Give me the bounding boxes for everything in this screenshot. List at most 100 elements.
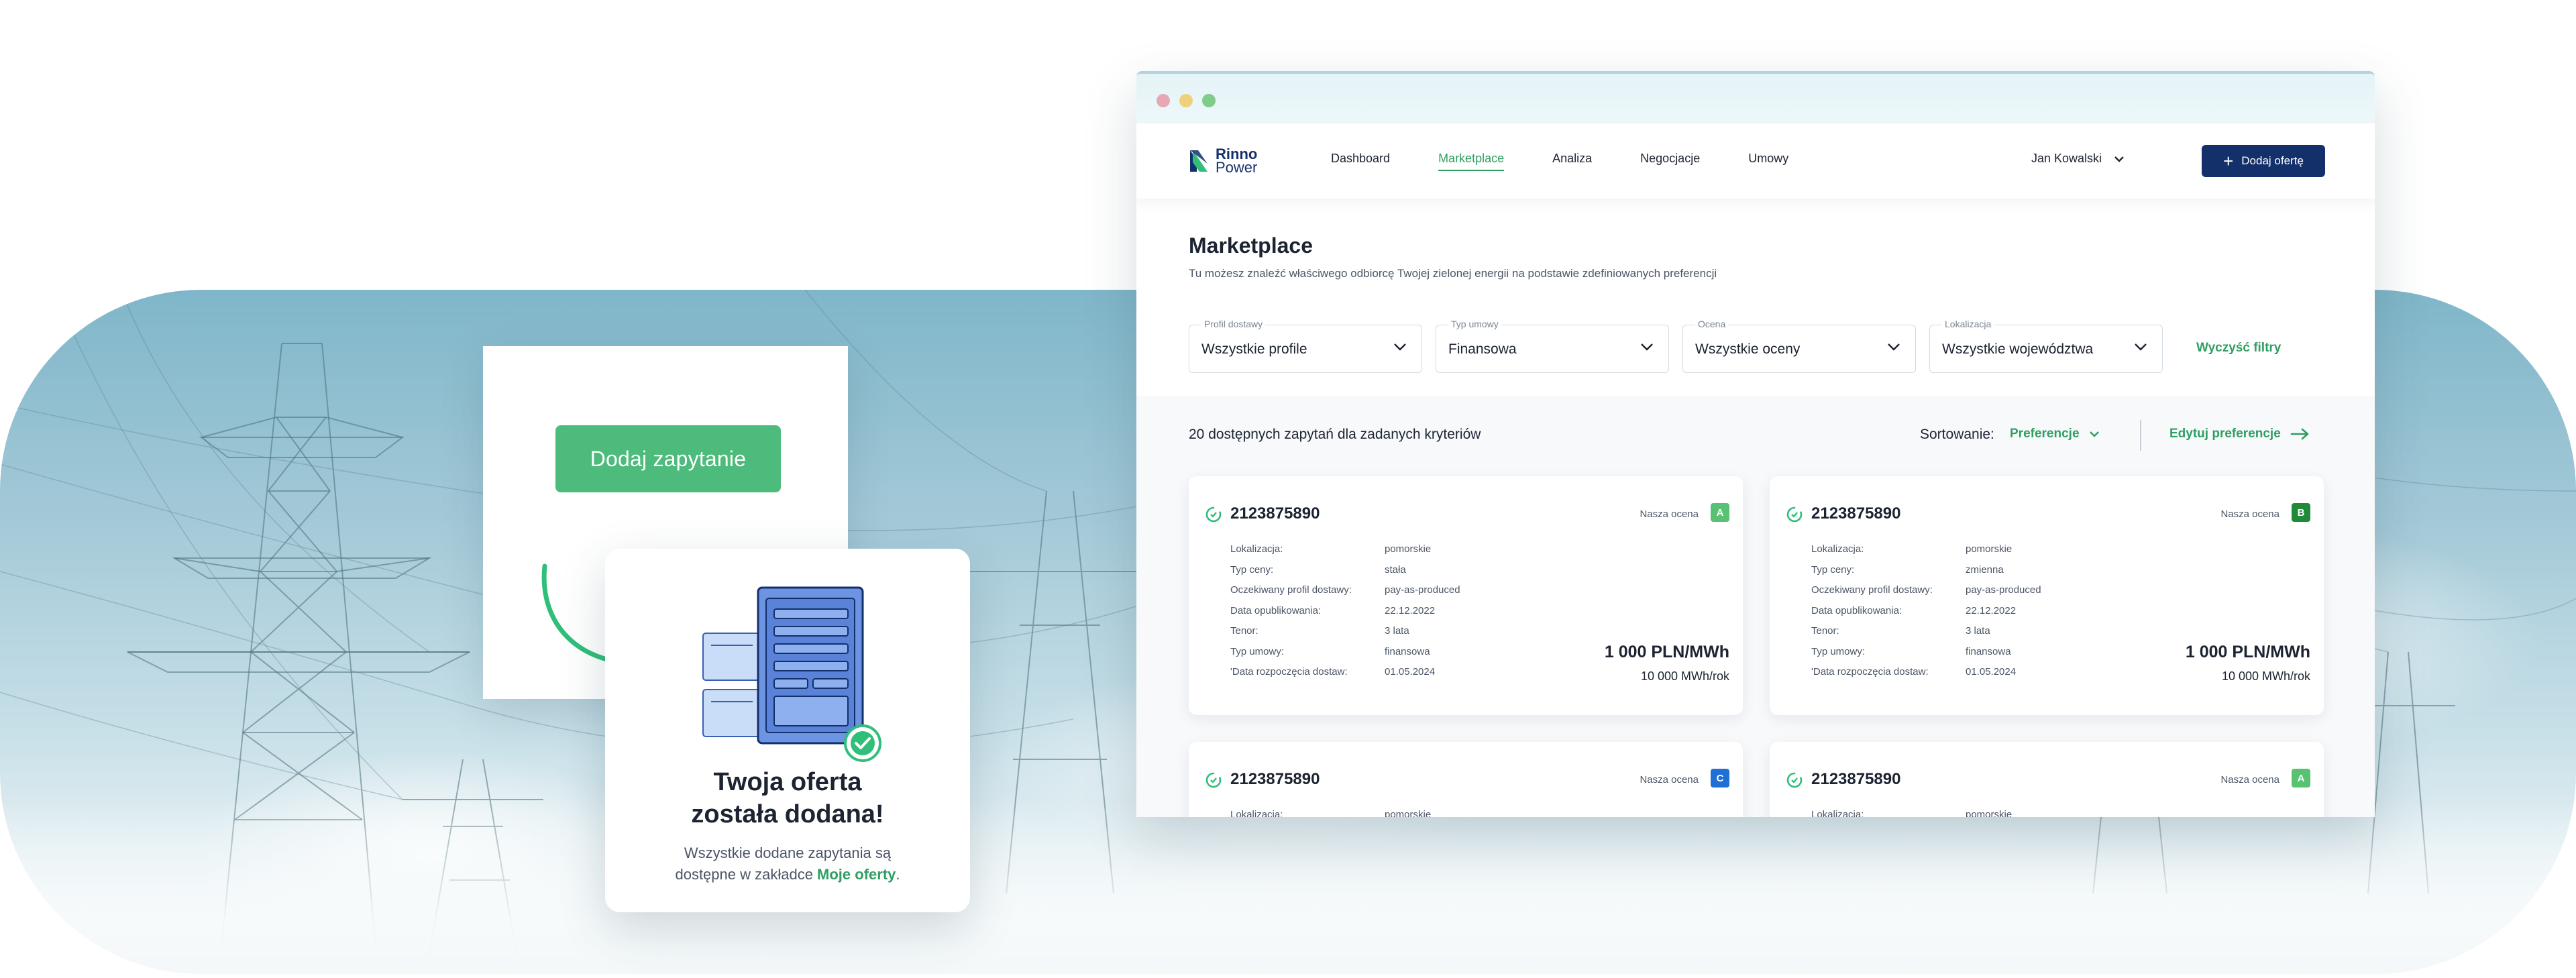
- clear-filters-link[interactable]: Wyczyść filtry: [2196, 341, 2281, 356]
- detail-value: 22.12.2022: [1966, 604, 2017, 616]
- detail-key: Lokalizacja:: [1811, 543, 1864, 555]
- add-offer-label: Dodaj ofertę: [2241, 154, 2304, 167]
- detail-value: stała: [1385, 563, 1406, 576]
- detail-value: 01.05.2024: [1385, 666, 1436, 677]
- detail-value: 3 lata: [1385, 625, 1409, 637]
- confirmation-title-line2: została dodana!: [691, 800, 884, 828]
- nav-analiza[interactable]: Analiza: [1552, 152, 1592, 171]
- chevron-down-icon: [1641, 343, 1653, 351]
- detail-value: pomorskie: [1385, 809, 1432, 817]
- filter-value: Wszystkie profile: [1201, 341, 1307, 357]
- filter-delivery-profile[interactable]: Profil dostawy Wszystkie profile: [1189, 319, 1422, 373]
- detail-value: 22.12.2022: [1385, 604, 1436, 616]
- window-titlebar: [1136, 74, 2375, 123]
- offer-added-confirmation: Twoja oferta została dodana! Wszystkie d…: [605, 549, 970, 912]
- offer-cycle-icon: [1205, 506, 1222, 523]
- detail-value: pomorskie: [1385, 543, 1432, 555]
- my-offers-link[interactable]: Moje oferty: [817, 866, 896, 883]
- filter-label: Profil dostawy: [1201, 319, 1266, 329]
- detail-key: Lokalizacja:: [1811, 809, 1864, 817]
- edit-preferences-link[interactable]: Edytuj preferencje: [2169, 427, 2310, 441]
- detail-key: 'Data rozpoczęcia dostaw:: [1230, 666, 1348, 677]
- rating-label: Nasza ocena: [1640, 774, 1699, 785]
- offer-details: Lokalizacja: pomorskie Typ ceny: zmienna Ocz…: [1811, 543, 2041, 687]
- add-offer-button[interactable]: + Dodaj ofertę: [2202, 145, 2325, 177]
- window-maximize-dot[interactable]: [1202, 94, 1216, 107]
- detail-value: 01.05.2024: [1966, 666, 2017, 677]
- divider: [2140, 420, 2141, 451]
- edit-preferences-label: Edytuj preferencje: [2169, 427, 2281, 441]
- offer-card[interactable]: 2123875890 Nasza ocena C Lokalizacja: pom…: [1189, 742, 1743, 817]
- detail-value: pomorskie: [1966, 543, 2012, 555]
- offer-card[interactable]: 2123875890 Nasza ocena A Lokalizacja: pom…: [1189, 476, 1743, 715]
- browser-window: Rinno Power Dashboard Marketplace Analiz…: [1136, 71, 2375, 817]
- ground-mist: [0, 800, 2576, 974]
- offer-card[interactable]: 2123875890 Nasza ocena A Lokalizacja: pom…: [1770, 742, 2324, 817]
- offer-cycle-icon: [1205, 772, 1222, 788]
- confirmation-text-prefix: dostępne w zakładce: [675, 866, 818, 883]
- filter-label: Lokalizacja: [1942, 319, 1994, 329]
- app-header: Rinno Power Dashboard Marketplace Analiz…: [1136, 123, 2375, 199]
- filter-label: Ocena: [1695, 319, 1729, 329]
- filter-rating[interactable]: Ocena Wszystkie oceny: [1682, 319, 1916, 373]
- add-query-button[interactable]: Dodaj zapytanie: [555, 425, 781, 492]
- rinno-power-logo[interactable]: Rinno Power: [1189, 147, 1257, 175]
- offer-detail-row: Oczekiwany profil dostawy: pay-as-produce…: [1811, 584, 2041, 605]
- offer-price: 1 000 PLN/MWh: [2185, 643, 2310, 661]
- window-close-dot[interactable]: [1157, 94, 1170, 107]
- detail-value: pay-as-produced: [1385, 584, 1460, 596]
- detail-key: Tenor:: [1230, 625, 1258, 637]
- detail-key: Oczekiwany profil dostawy:: [1811, 584, 1933, 596]
- sort-dropdown[interactable]: Preferencje: [2010, 427, 2100, 441]
- offer-volume: 10 000 MWh/rok: [1640, 669, 1729, 683]
- offer-detail-row: Typ umowy: finansowa: [1230, 646, 1460, 667]
- offer-detail-row: Data opublikowania: 22.12.2022: [1811, 605, 2041, 626]
- main-nav: Dashboard Marketplace Analiza Negocjacje…: [1331, 152, 1837, 171]
- offer-detail-row: Lokalizacja: pomorskie: [1230, 543, 1460, 564]
- confirmation-title-line1: Twoja oferta: [713, 768, 862, 796]
- nav-umowy[interactable]: Umowy: [1748, 152, 1788, 171]
- detail-key: Typ ceny:: [1811, 563, 1855, 576]
- detail-key: Typ umowy:: [1811, 645, 1866, 657]
- offer-detail-row: Oczekiwany profil dostawy: pay-as-produce…: [1230, 584, 1460, 605]
- filter-value: Finansowa: [1448, 341, 1517, 357]
- confirmation-text-suffix: .: [896, 866, 900, 883]
- offer-detail-row: Tenor: 3 lata: [1811, 625, 2041, 646]
- confirmation-text: Wszystkie dodane zapytania są dostępne w…: [605, 843, 970, 885]
- detail-key: Data opublikowania:: [1811, 604, 1902, 616]
- filter-location[interactable]: Lokalizacja Wszystkie województwa: [1929, 319, 2163, 373]
- page-title: Marketplace: [1189, 233, 1313, 258]
- offer-card[interactable]: 2123875890 Nasza ocena B Lokalizacja: pom…: [1770, 476, 2324, 715]
- confirmation-title: Twoja oferta została dodana!: [605, 766, 970, 830]
- detail-value: 3 lata: [1966, 625, 1990, 637]
- page-subtitle: Tu możesz znaleźć właściwego odbiorcę Tw…: [1189, 267, 1717, 280]
- offer-detail-row: 'Data rozpoczęcia dostaw: 01.05.2024: [1230, 666, 1460, 687]
- user-menu[interactable]: Jan Kowalski: [2031, 152, 2125, 166]
- confirmation-text-line2: dostępne w zakładce Moje oferty.: [605, 864, 970, 885]
- filter-contract-type[interactable]: Typ umowy Finansowa: [1436, 319, 1669, 373]
- offer-id: 2123875890: [1230, 504, 1320, 523]
- nav-marketplace[interactable]: Marketplace: [1438, 152, 1505, 171]
- filter-label: Typ umowy: [1448, 319, 1501, 329]
- offer-id: 2123875890: [1811, 770, 1901, 788]
- offer-detail-row: Lokalizacja: pomorskie: [1811, 543, 2041, 564]
- detail-key: Typ umowy:: [1230, 645, 1285, 657]
- nav-negocjacje[interactable]: Negocjacje: [1640, 152, 1700, 171]
- offer-details: Lokalizacja: pomorskie Typ ceny: stała Oczek…: [1230, 543, 1460, 687]
- marketplace-content: Marketplace Tu możesz znaleźć właściwego…: [1136, 201, 2375, 817]
- rating-badge: A: [1711, 503, 1729, 522]
- results-count: 20 dostępnych zapytań dla zadanych kryte…: [1189, 427, 1481, 442]
- nav-dashboard[interactable]: Dashboard: [1331, 152, 1390, 171]
- detail-value: pomorskie: [1966, 809, 2012, 817]
- rating-label: Nasza ocena: [2220, 508, 2279, 520]
- plus-icon: +: [2223, 151, 2234, 171]
- offer-volume: 10 000 MWh/rok: [2221, 669, 2310, 683]
- detail-key: Oczekiwany profil dostawy:: [1230, 584, 1352, 596]
- detail-key: Tenor:: [1811, 625, 1839, 637]
- offer-detail-row: Typ ceny: zmienna: [1811, 564, 2041, 585]
- offer-detail-row: Typ umowy: finansowa: [1811, 646, 2041, 667]
- offer-detail-row: Tenor: 3 lata: [1230, 625, 1460, 646]
- filter-value: Wszystkie województwa: [1942, 341, 2094, 357]
- filter-value: Wszystkie oceny: [1695, 341, 1801, 357]
- window-minimize-dot[interactable]: [1179, 94, 1193, 107]
